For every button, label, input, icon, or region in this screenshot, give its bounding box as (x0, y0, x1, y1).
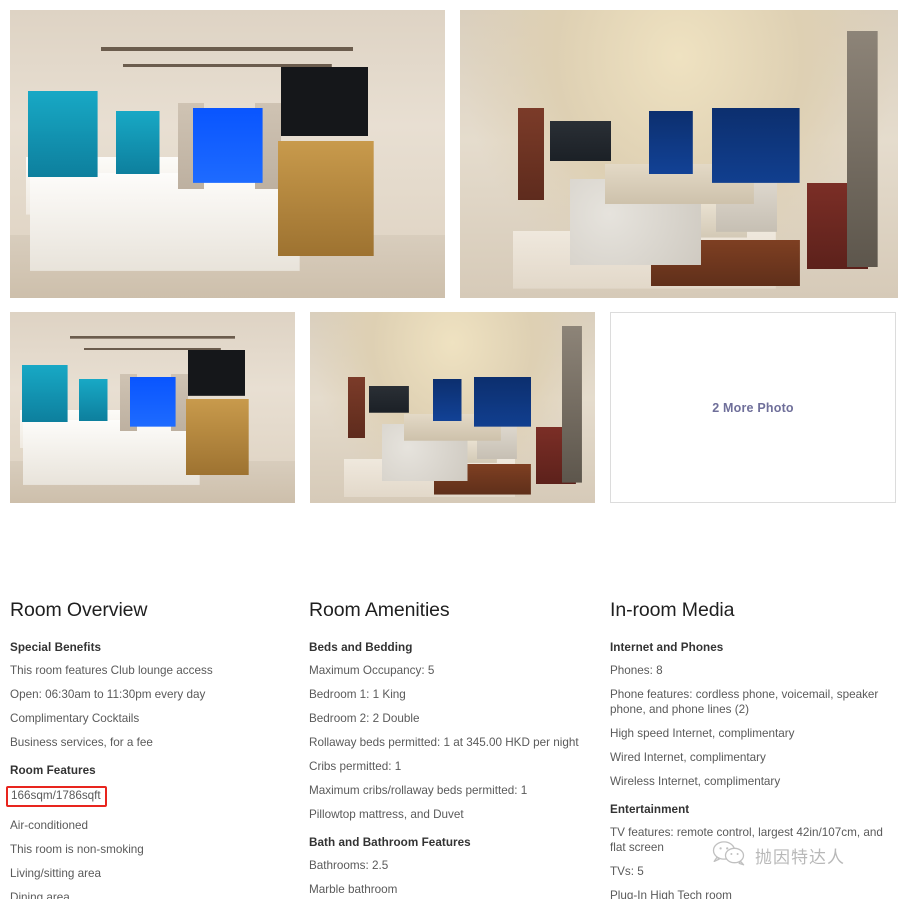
detail-column-3: In-room Media Internet and Phones Phones: … (610, 600, 900, 899)
detail-item: Pillowtop mattress, and Duvet (309, 808, 464, 822)
detail-item: Bedroom 2: 2 Double (309, 712, 420, 726)
group-title: Beds and Bedding (309, 641, 413, 655)
hero-photo-bedroom[interactable] (10, 10, 445, 298)
detail-item: Cribs permitted: 1 (309, 760, 402, 774)
detail-item: TV features: remote control, largest 42i… (610, 826, 883, 855)
highlighted-detail-item: 166sqm/1786sqft (6, 786, 107, 808)
detail-group: Entertainment TV features: remote control… (610, 803, 900, 899)
detail-item: Wired Internet, complimentary (610, 751, 766, 765)
detail-item: Rollaway beds permitted: 1 at 345.00 HKD… (309, 736, 579, 750)
group-title: Special Benefits (10, 641, 102, 655)
detail-item: Open: 06:30am to 11:30pm every day (10, 688, 206, 702)
thumbnail-photo-living-room[interactable] (310, 312, 595, 503)
detail-group: Bath and Bathroom Features Bathrooms: 2.5… (309, 836, 601, 897)
photo-gallery: 2 More Photo (0, 0, 909, 512)
detail-group: Room Features 166sqm/1786sqft Air-conditio… (6, 764, 300, 899)
detail-item: Bedroom 1: 1 King (309, 688, 406, 702)
detail-column-2: Room Amenities Beds and Bedding Maximum Oc… (309, 600, 601, 899)
detail-item: Maximum Occupancy: 5 (309, 664, 435, 678)
hero-photo-living-room[interactable] (460, 10, 898, 298)
detail-item: Living/sitting area (10, 867, 101, 881)
detail-item: Phone features: cordless phone, voicemai… (610, 688, 879, 717)
column-title: Room Overview (10, 600, 148, 621)
group-title: Internet and Phones (610, 641, 724, 655)
thumbnail-photo-bedroom[interactable] (10, 312, 295, 503)
detail-item: Phones: 8 (610, 664, 663, 678)
bedroom-thumbnail-image (10, 312, 295, 503)
detail-item: Air-conditioned (10, 819, 88, 833)
living-room-thumbnail-image (310, 312, 595, 503)
detail-item: Bathrooms: 2.5 (309, 859, 389, 873)
group-title: Entertainment (610, 803, 690, 817)
living-room-photo-image (460, 10, 898, 298)
detail-group: Beds and Bedding Maximum Occupancy: 5 Bedr… (309, 641, 601, 822)
detail-item: This room features Club lounge access (10, 664, 213, 678)
detail-item: High speed Internet, complimentary (610, 727, 795, 741)
detail-item: TVs: 5 (610, 865, 644, 879)
column-title: Room Amenities (309, 600, 450, 621)
room-details-page: 2 More Photo Room Overview Special Benefi… (0, 0, 909, 899)
group-title: Bath and Bathroom Features (309, 836, 471, 850)
detail-item: This room is non-smoking (10, 843, 144, 857)
detail-item: Marble bathroom (309, 883, 398, 897)
detail-item-wrapper: 166sqm/1786sqft (6, 786, 300, 814)
bedroom-photo-image (10, 10, 445, 298)
detail-group: Internet and Phones Phones: 8 Phone featur… (610, 641, 900, 789)
detail-group: Special Benefits This room features Club … (10, 641, 300, 750)
detail-item: Dining area (10, 891, 70, 899)
detail-item: Wireless Internet, complimentary (610, 775, 781, 789)
detail-item: Business services, for a fee (10, 736, 153, 750)
room-detail-columns: Room Overview Special Benefits This room f… (0, 600, 909, 899)
more-photos-button[interactable]: 2 More Photo (610, 312, 896, 503)
detail-item: Complimentary Cocktails (10, 712, 140, 726)
detail-item: Maximum cribs/rollaway beds permitted: 1 (309, 784, 528, 798)
more-photos-label: 2 More Photo (712, 400, 794, 415)
detail-item: Plug-In High Tech room (610, 889, 732, 899)
detail-column-1: Room Overview Special Benefits This room f… (6, 600, 300, 899)
group-title: Room Features (10, 764, 96, 778)
column-title: In-room Media (610, 600, 735, 621)
